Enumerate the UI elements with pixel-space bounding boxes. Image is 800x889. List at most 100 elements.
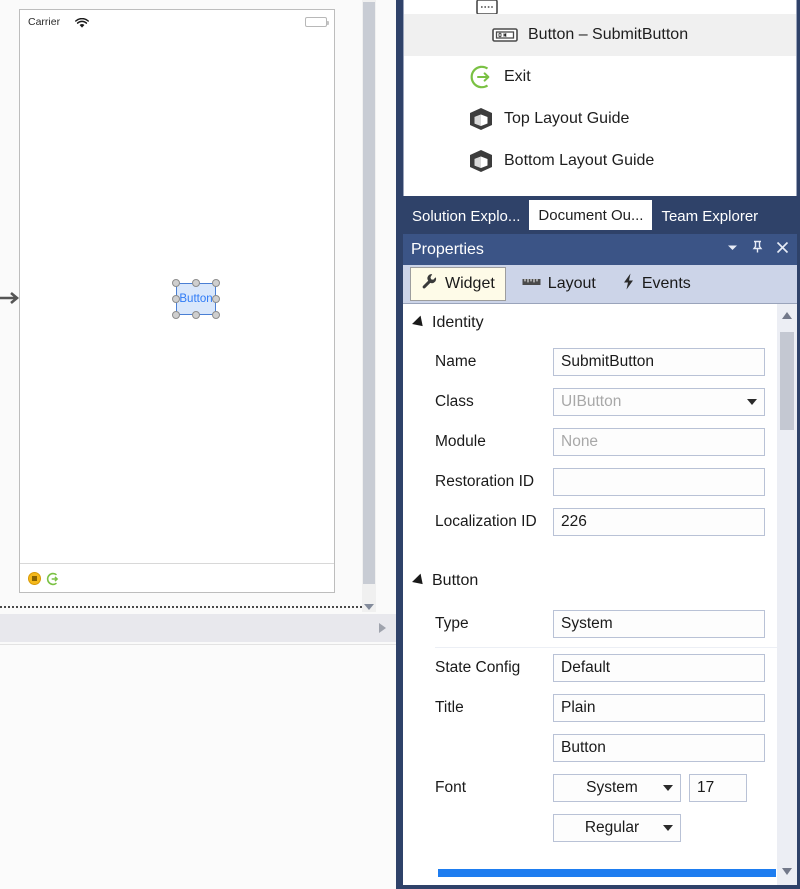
button-ok-icon: [490, 27, 520, 43]
section-header-identity[interactable]: Identity: [403, 304, 797, 342]
resize-handle-e[interactable]: [212, 295, 220, 303]
first-responder-icon[interactable]: [28, 572, 41, 590]
tab-widget[interactable]: Widget: [410, 267, 506, 301]
font-weight-combobox[interactable]: Regular: [553, 814, 681, 842]
chevron-down-icon[interactable]: [747, 399, 757, 405]
property-label: Localization ID: [435, 513, 537, 530]
section-title: Identity: [432, 314, 484, 331]
property-label: Name: [435, 353, 477, 370]
tab-layout[interactable]: Layout: [512, 270, 606, 298]
restoration-id-input[interactable]: [553, 468, 765, 496]
title-style-combobox[interactable]: Plain: [553, 694, 797, 722]
ruler-icon: [522, 275, 541, 293]
tree-row-bottom-layout-guide[interactable]: Bottom Layout Guide: [404, 140, 796, 182]
chevron-down-icon[interactable]: [663, 825, 673, 831]
property-row-state-config: State Config Default: [403, 648, 797, 688]
properties-header: Properties: [403, 234, 797, 265]
tab-solution-explorer[interactable]: Solution Explo...: [403, 202, 529, 230]
properties-panel: Properties Widget Layout Events Identity…: [403, 234, 797, 889]
properties-horizontal-scrollbar[interactable]: [438, 869, 776, 877]
button-widget-label: Button: [179, 293, 213, 305]
title-style-combobox-value: Plain: [561, 699, 596, 716]
resize-handle-se[interactable]: [212, 311, 220, 319]
section-header-button[interactable]: Button: [403, 562, 797, 600]
tab-events[interactable]: Events: [612, 268, 701, 300]
property-row-class: Class UIButton: [403, 382, 797, 422]
wrench-icon: [421, 273, 438, 295]
chevron-down-icon[interactable]: [663, 785, 673, 791]
exit-icon[interactable]: [46, 572, 60, 591]
device-toolbar: SE iPhone 4s: [0, 644, 396, 889]
properties-vertical-scrollbar[interactable]: [777, 304, 797, 885]
battery-icon: [305, 17, 329, 27]
resize-handle-ne[interactable]: [212, 279, 220, 287]
resize-handle-sw[interactable]: [172, 311, 180, 319]
property-label: Class: [435, 393, 474, 410]
property-label: Font: [435, 779, 467, 796]
tree-row-exit[interactable]: Exit: [404, 56, 796, 98]
carrier-label: Carrier: [28, 16, 61, 28]
tab-document-outline[interactable]: Document Ou...: [529, 200, 653, 230]
scroll-right-icon[interactable]: [379, 623, 386, 633]
font-family-combobox-value: System: [586, 779, 638, 796]
tree-row-label: Button – SubmitButton: [528, 26, 689, 43]
property-row-restoration-id: Restoration ID: [403, 462, 797, 502]
name-input[interactable]: SubmitButton: [553, 348, 765, 376]
close-icon[interactable]: [776, 241, 789, 259]
resize-handle-w[interactable]: [172, 295, 180, 303]
entry-point-arrow-icon: [0, 288, 22, 313]
tree-row-label: Bottom Layout Guide: [504, 152, 655, 169]
selected-button-widget[interactable]: Button: [172, 279, 220, 319]
resize-handle-s[interactable]: [192, 311, 200, 319]
class-combobox[interactable]: UIButton: [553, 388, 765, 416]
scroll-down-icon[interactable]: [782, 868, 792, 875]
expander-triangle-icon[interactable]: [412, 573, 427, 589]
view-controller-surface[interactable]: Button: [20, 34, 334, 563]
type-combobox[interactable]: System: [553, 610, 797, 638]
property-row-title: Title Plain: [403, 688, 797, 728]
pin-icon[interactable]: [751, 240, 764, 259]
title-text-input[interactable]: Button: [553, 734, 765, 762]
type-combobox-value: System: [561, 615, 613, 632]
font-family-combobox[interactable]: System: [553, 774, 681, 802]
right-docking-area: Button – SubmitButton Exit Top Layout Gu…: [400, 0, 800, 889]
scrollbar-thumb[interactable]: [780, 332, 794, 430]
tree-row-top-layout-guide[interactable]: Top Layout Guide: [404, 98, 796, 140]
property-row-type: Type System: [403, 600, 797, 648]
iphone-preview-frame[interactable]: Carrier Button: [19, 9, 335, 593]
tree-row-submit-button[interactable]: Button – SubmitButton: [404, 14, 796, 56]
layout-guide-icon: [466, 147, 496, 175]
simulator-status-bar: Carrier: [20, 10, 334, 34]
chevron-down-icon[interactable]: [726, 241, 739, 259]
scrollbar-thumb[interactable]: [363, 2, 375, 584]
tree-row-label: Top Layout Guide: [504, 110, 630, 127]
lightning-icon: [622, 273, 635, 295]
expander-triangle-icon[interactable]: [412, 315, 427, 331]
scroll-down-icon[interactable]: [364, 604, 374, 610]
tab-widget-label: Widget: [445, 275, 495, 292]
property-label: State Config: [435, 659, 521, 676]
property-label: Title: [435, 699, 464, 716]
font-size-input[interactable]: 17: [689, 774, 747, 802]
property-label: Type: [435, 615, 469, 632]
canvas-vertical-scrollbar[interactable]: [362, 0, 376, 612]
module-input[interactable]: None: [553, 428, 765, 456]
font-weight-combobox-value: Regular: [584, 819, 640, 836]
resize-handle-n[interactable]: [192, 279, 200, 287]
localization-id-input[interactable]: 226: [553, 508, 765, 536]
state-config-combobox[interactable]: Default: [553, 654, 797, 682]
tab-team-explorer[interactable]: Team Explorer: [652, 202, 767, 230]
property-row-font-weight: Regular: [403, 808, 797, 848]
resize-handle-nw[interactable]: [172, 279, 180, 287]
document-outline-tree[interactable]: Button – SubmitButton Exit Top Layout Gu…: [403, 0, 797, 196]
design-canvas[interactable]: Carrier Button: [0, 0, 396, 612]
section-title: Button: [432, 572, 479, 589]
properties-tabstrip: Widget Layout Events: [403, 265, 797, 304]
scene-dock: [20, 563, 334, 592]
canvas-horizontal-scroll-strip[interactable]: [0, 614, 396, 642]
tree-row[interactable]: [404, 0, 796, 14]
scroll-up-icon[interactable]: [782, 312, 792, 319]
tab-layout-label: Layout: [547, 275, 596, 292]
properties-content[interactable]: Identity Name SubmitButton Class UIButto…: [403, 304, 797, 885]
tool-window-tabs: Solution Explo... Document Ou... Team Ex…: [403, 196, 797, 230]
